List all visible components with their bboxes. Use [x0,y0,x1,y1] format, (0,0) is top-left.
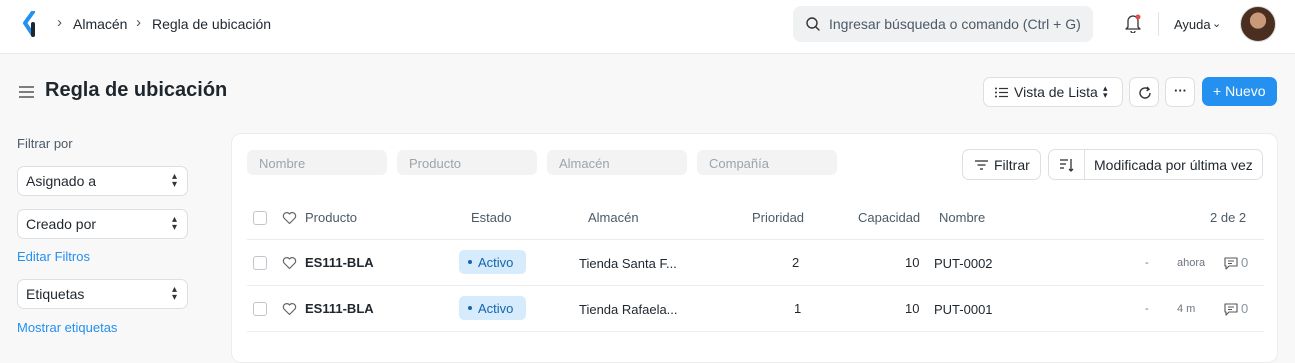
help-menu[interactable]: Ayuda [1174,17,1211,32]
row-divider [247,331,1264,332]
row-name: PUT-0001 [934,302,993,317]
heart-icon[interactable] [282,302,297,316]
record-count: 2 de 2 [1210,210,1247,225]
sort-arrows-icon: ▴ ▾ [1103,83,1108,100]
chevron-down-icon: ⌄ [1212,18,1222,30]
column-header-name: Nombre [939,210,986,225]
filter-label: Filtrar [994,157,1030,173]
filter-icon [975,160,988,170]
row-checkbox[interactable] [253,256,267,270]
navbar: › Almacén › Regla de ubicación Ingresar … [0,0,1295,54]
name-filter-input[interactable]: Nombre [247,150,387,175]
search-input[interactable]: Ingresar búsqueda o comando (Ctrl + G) [793,6,1093,42]
row-comment-count: 0 [1241,301,1249,316]
sort-order-icon[interactable] [1060,158,1074,172]
select-arrows-icon: ▴ ▾ [171,214,177,233]
row-checkbox[interactable] [253,302,267,316]
row-comment-count: 0 [1241,255,1249,270]
select-arrows-icon: ▴ ▾ [171,171,177,190]
filter-button[interactable]: Filtrar [962,149,1041,180]
row-priority: 1 [794,301,802,316]
edit-filters-link[interactable]: Editar Filtros [17,249,90,264]
warehouse-filter-input[interactable]: Almacén [547,150,687,175]
heart-icon[interactable] [282,256,297,270]
tags-label: Etiquetas [26,286,85,302]
column-header-warehouse: Almacén [588,210,639,225]
refresh-icon [1139,86,1151,99]
filter-by-label: Filtrar por [17,136,73,151]
status-dot [468,305,472,310]
row-dash: - [1145,303,1149,315]
row-capacity: 10 [905,255,920,270]
assigned-to-select[interactable]: Asignado a ▴ ▾ [17,166,188,196]
list-view-label: Vista de Lista [1014,84,1098,100]
tags-select[interactable]: Etiquetas ▴ ▾ [17,279,188,309]
product-filter-input[interactable]: Producto [397,150,537,175]
created-by-label: Creado por [26,216,97,232]
assigned-to-label: Asignado a [26,173,97,189]
row-product[interactable]: ES111-BLA [305,301,374,316]
notification-bell-icon[interactable] [1124,13,1142,33]
search-placeholder: Ingresar búsqueda o comando (Ctrl + G) [829,16,1081,32]
more-menu-button[interactable]: ··· [1165,77,1195,107]
row-priority: 2 [792,255,800,270]
navbar-divider [1158,12,1159,36]
status-dot [468,259,472,264]
sort-button[interactable]: Modificada por última vez [1048,149,1263,180]
breadcrumb-almacen[interactable]: Almacén [73,16,127,32]
list-icon [995,87,1008,98]
app-logo-icon[interactable] [22,11,38,37]
search-icon [806,17,820,31]
status-text: Activo [478,255,514,270]
row-warehouse: Tienda Rafaela... [579,302,678,317]
reload-button[interactable] [1129,77,1159,107]
sort-label: Modificada por última vez [1094,157,1253,173]
row-divider [247,285,1264,286]
comment-icon [1224,257,1238,270]
list-panel: Nombre Producto Almacén Compañía Filtrar… [231,133,1278,363]
comment-icon [1224,303,1238,316]
row-name: PUT-0002 [934,256,993,271]
row-divider [247,239,1264,240]
status-badge: Activo [459,250,526,274]
status-badge: Activo [459,296,526,320]
row-dash: - [1145,257,1149,269]
row-modified-time: ahora [1177,257,1206,269]
company-filter-input[interactable]: Compañía [697,150,837,175]
sidebar-toggle-icon[interactable] [18,85,35,99]
row-modified-time: 4 m [1177,303,1196,315]
row-product[interactable]: ES111-BLA [305,255,374,270]
avatar[interactable] [1240,6,1276,42]
column-header-product: Producto [305,210,358,225]
select-all-checkbox[interactable] [253,211,267,225]
new-button-label: + Nuevo [1213,83,1266,99]
status-text: Activo [478,301,514,316]
select-arrows-icon: ▴ ▾ [171,284,177,303]
column-header-status: Estado [471,210,512,225]
new-button[interactable]: + Nuevo [1202,77,1277,106]
column-header-priority: Prioridad [752,210,805,225]
breadcrumb-regla[interactable]: Regla de ubicación [152,16,271,32]
created-by-select[interactable]: Creado por ▴ ▾ [17,209,188,239]
page-title: Regla de ubicación [45,79,228,101]
row-capacity: 10 [905,301,920,316]
breadcrumb-separator: › [136,14,141,31]
sort-divider [1084,150,1085,179]
list-view-button[interactable]: Vista de Lista ▴ ▾ [983,77,1123,107]
breadcrumb-separator: › [57,14,62,31]
heart-icon[interactable] [282,211,297,225]
more-icon: ··· [1174,83,1187,98]
column-header-capacity: Capacidad [858,210,921,225]
row-warehouse: Tienda Santa F... [579,256,677,271]
show-tags-link[interactable]: Mostrar etiquetas [17,320,117,335]
